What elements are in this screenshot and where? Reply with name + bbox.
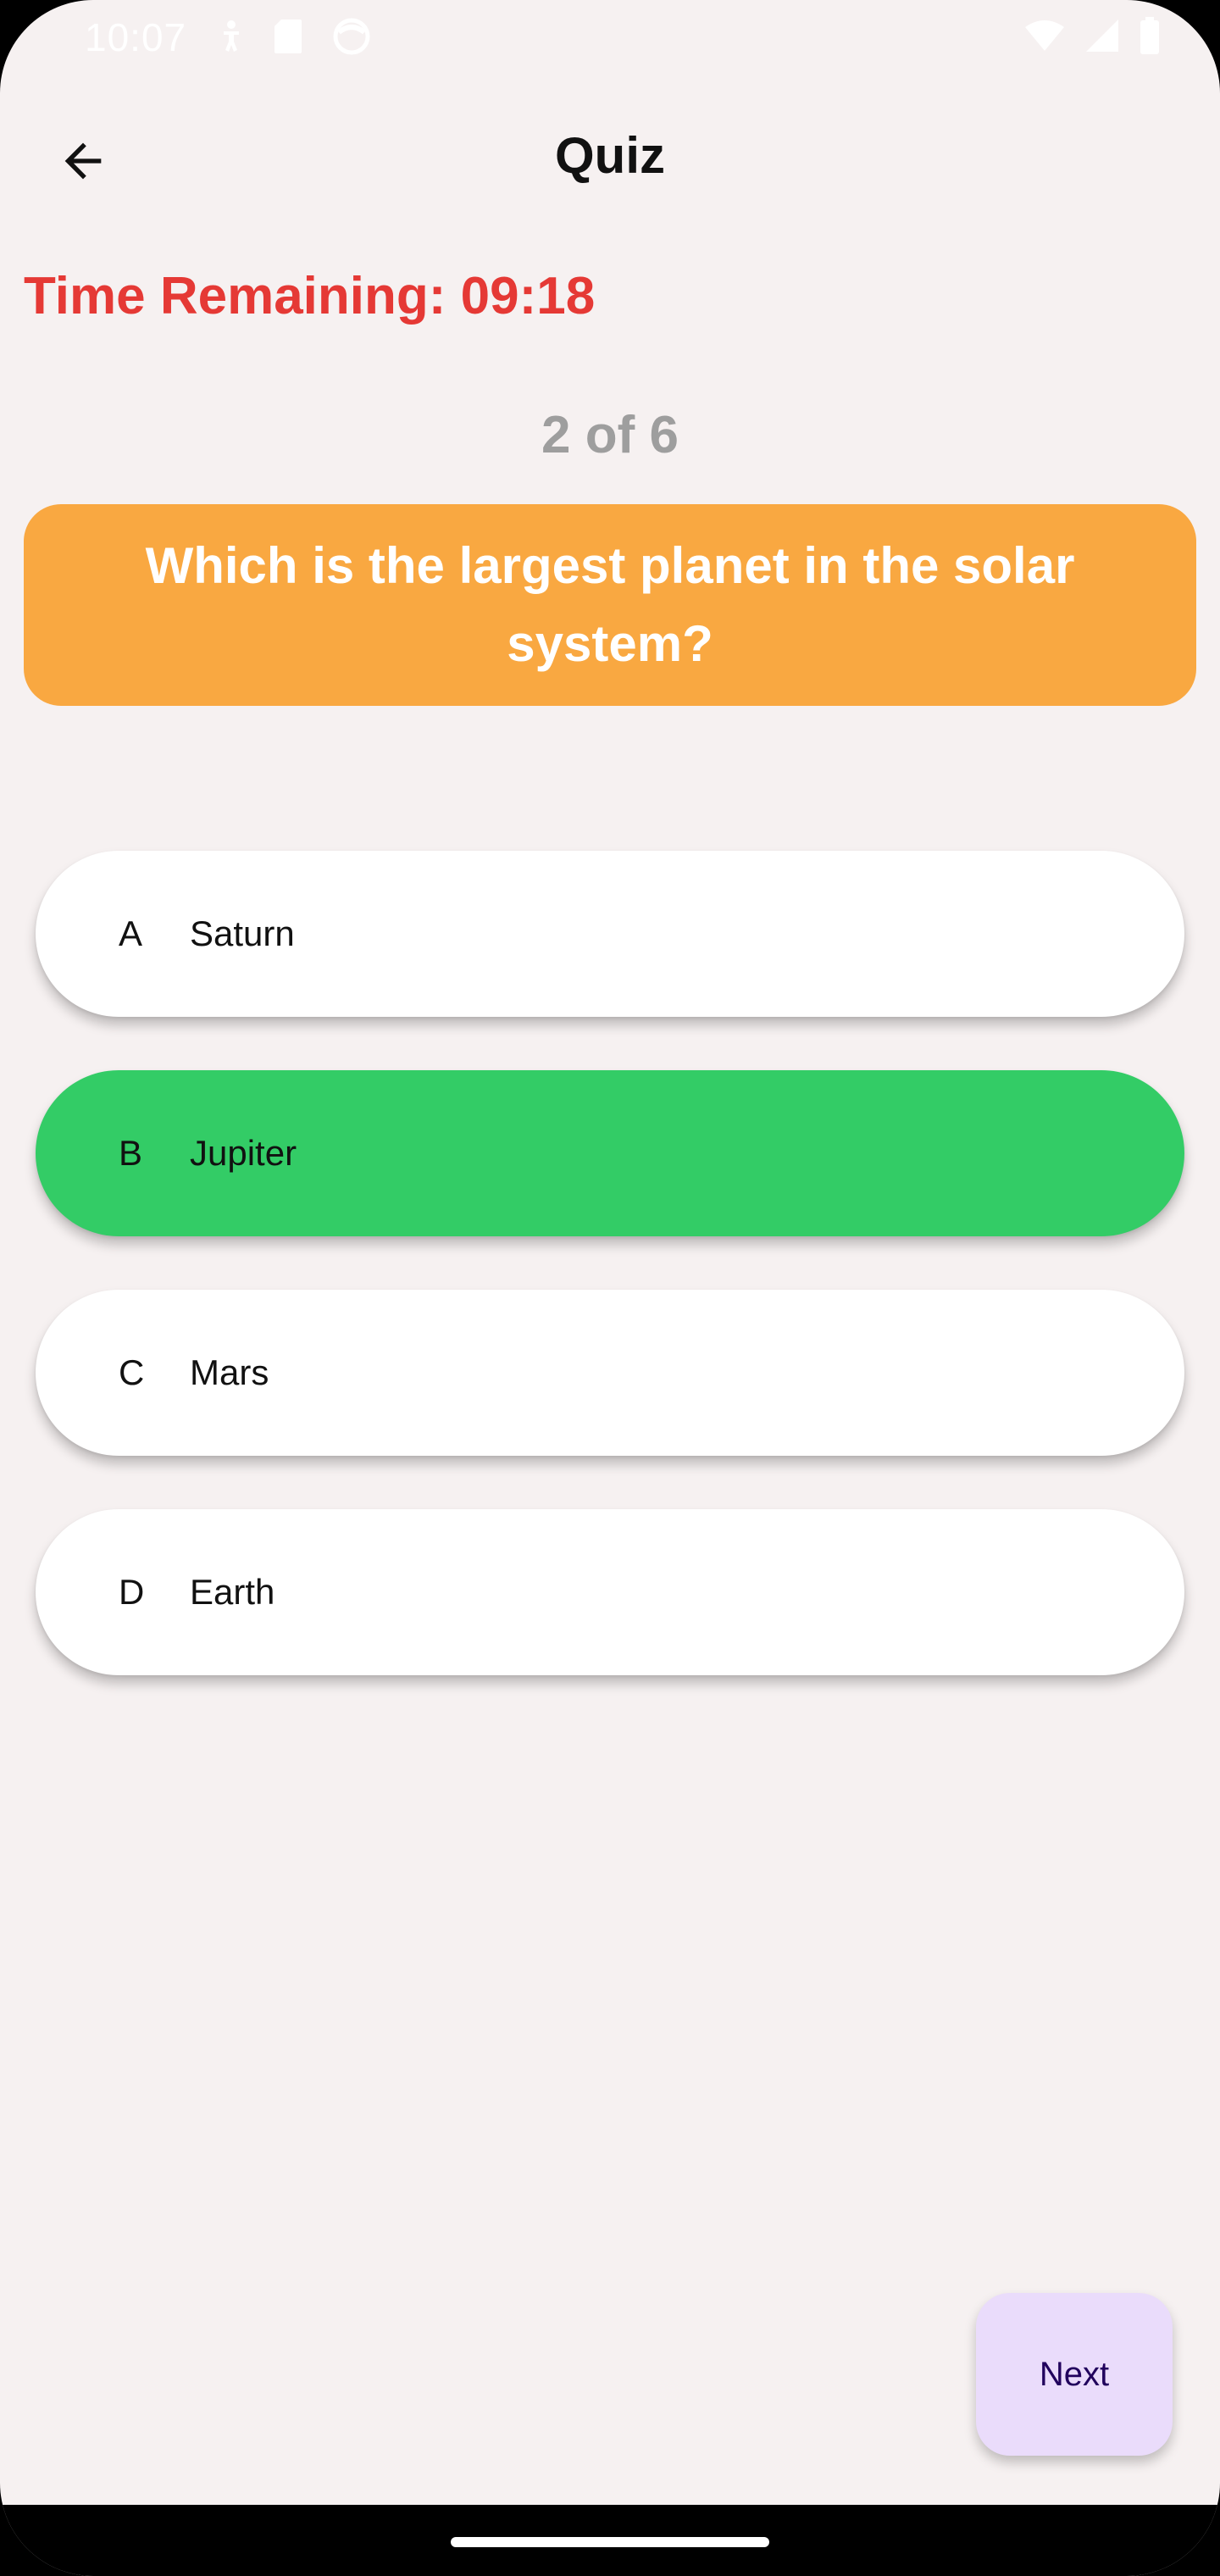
option-letter: B	[119, 1133, 143, 1173]
question-progress: 2 of 6	[541, 406, 679, 464]
question-text: Which is the largest planet in the solar…	[145, 537, 1075, 672]
option-letter: D	[119, 1572, 145, 1612]
option-label: Mars	[190, 1352, 269, 1392]
option-letter: C	[119, 1352, 145, 1392]
system-nav-bar	[0, 2505, 1220, 2576]
wifi-icon	[1025, 20, 1064, 51]
option-d[interactable]: D Earth	[36, 1509, 1184, 1675]
sd-card-icon	[274, 19, 302, 53]
app-bar: Quiz	[0, 102, 1220, 207]
option-label: Saturn	[190, 913, 295, 953]
quiz-screen: 10:07 Quiz Time Remaining: 09:18 2 of 6 …	[0, 0, 1220, 2576]
option-c[interactable]: C Mars	[36, 1290, 1184, 1456]
face-icon	[333, 18, 370, 55]
page-title: Quiz	[555, 127, 665, 184]
option-a[interactable]: A Saturn	[36, 851, 1184, 1017]
option-label: Jupiter	[190, 1133, 297, 1173]
accessibility-icon	[224, 20, 239, 52]
option-letter: A	[119, 913, 143, 953]
question-card: Which is the largest planet in the solar…	[24, 504, 1196, 706]
signal-icon	[1086, 19, 1118, 52]
status-icons-right	[1023, 17, 1161, 54]
option-label: Earth	[190, 1572, 275, 1612]
time-remaining: Time Remaining: 09:18	[24, 267, 596, 325]
next-button[interactable]: Next	[976, 2293, 1173, 2456]
option-b[interactable]: B Jupiter	[36, 1070, 1184, 1236]
status-time: 10:07	[85, 15, 187, 59]
status-icons-left	[219, 17, 371, 56]
status-bar: 10:07	[0, 0, 1220, 75]
battery-icon	[1140, 17, 1159, 54]
home-indicator[interactable]	[451, 2537, 769, 2547]
